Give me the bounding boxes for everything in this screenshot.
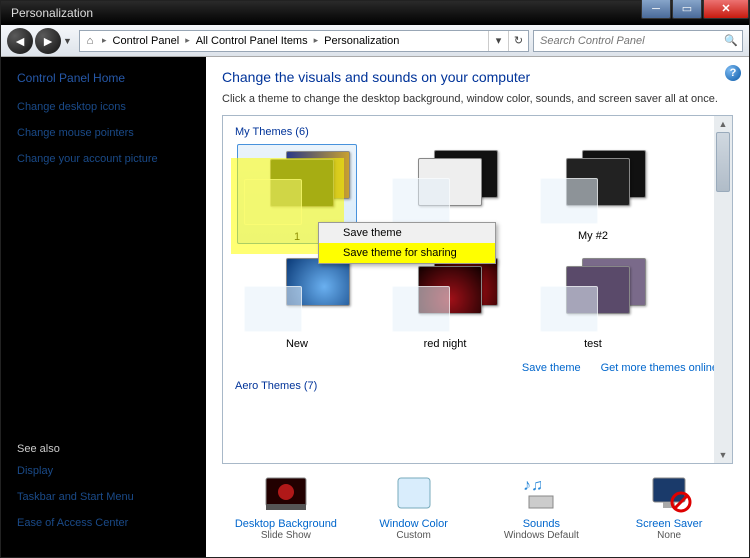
sidebar-link[interactable]: Ease of Access Center <box>17 517 190 529</box>
section-aero-themes: Aero Themes (7) <box>235 380 724 392</box>
sidebar-link[interactable]: Display <box>17 465 190 477</box>
search-icon[interactable]: 🔍 <box>720 34 742 47</box>
sidebar-home[interactable]: Control Panel Home <box>17 71 190 85</box>
get-themes-link[interactable]: Get more themes online <box>601 362 718 374</box>
screen-saver-button[interactable]: Screen Saver None <box>609 474 729 541</box>
theme-item[interactable]: test <box>533 252 653 350</box>
forward-button[interactable]: ► <box>35 28 61 54</box>
theme-thumbnail <box>390 148 500 226</box>
history-dropdown[interactable]: ▼ <box>63 32 75 50</box>
theme-label: New <box>286 338 308 350</box>
desktop-background-icon <box>262 474 310 514</box>
close-button[interactable]: ✕ <box>703 0 749 19</box>
bottom-label: Desktop Background <box>235 518 337 530</box>
bottom-strip: Desktop Background Slide Show Window Col… <box>222 464 733 545</box>
bottom-label: Window Color <box>379 518 447 530</box>
bottom-label: Sounds <box>523 518 560 530</box>
minimize-button[interactable]: ─ <box>641 0 671 19</box>
theme-thumbnail <box>538 256 648 334</box>
address-dropdown[interactable]: ▾ <box>488 31 508 51</box>
back-button[interactable]: ◄ <box>7 28 33 54</box>
bottom-value: Windows Default <box>504 530 579 541</box>
breadcrumb-seg[interactable]: Personalization <box>320 31 403 51</box>
bottom-value: Slide Show <box>261 530 311 541</box>
breadcrumb-seg[interactable]: Control Panel <box>109 31 184 51</box>
sidebar-link[interactable]: Change your account picture <box>17 153 190 165</box>
scroll-up-arrow[interactable]: ▲ <box>714 116 732 132</box>
sounds-button[interactable]: ♪♫ Sounds Windows Default <box>481 474 601 541</box>
sounds-icon: ♪♫ <box>517 474 565 514</box>
window-color-icon <box>390 474 438 514</box>
theme-label: 1 <box>294 231 300 243</box>
see-also-heading: See also <box>17 443 190 455</box>
save-theme-link[interactable]: Save theme <box>522 362 581 374</box>
theme-label: red night <box>424 338 467 350</box>
sidebar: Control Panel Home Change desktop icons … <box>1 57 206 557</box>
desktop-background-button[interactable]: Desktop Background Slide Show <box>226 474 346 541</box>
search-box[interactable]: 🔍 <box>533 30 743 52</box>
home-icon[interactable]: ⌂ <box>80 35 100 47</box>
address-bar[interactable]: ⌂ ▸ Control Panel ▸ All Control Panel It… <box>79 30 529 52</box>
theme-thumbnail <box>242 256 352 334</box>
window-color-button[interactable]: Window Color Custom <box>354 474 474 541</box>
navbar: ◄ ► ▼ ⌂ ▸ Control Panel ▸ All Control Pa… <box>1 25 749 57</box>
bottom-value: Custom <box>396 530 430 541</box>
section-my-themes: My Themes (6) <box>235 126 724 138</box>
sidebar-link[interactable]: Change mouse pointers <box>17 127 190 139</box>
personalization-window: Personalization ─ ▭ ✕ ◄ ► ▼ ⌂ ▸ Control … <box>0 0 750 558</box>
theme-item[interactable]: red night <box>385 252 505 350</box>
search-input[interactable] <box>534 35 720 47</box>
window-title: Personalization <box>7 6 93 20</box>
context-menu: Save theme Save theme for sharing <box>318 222 496 264</box>
maximize-button[interactable]: ▭ <box>672 0 702 19</box>
theme-label: test <box>584 338 602 350</box>
theme-thumbnail <box>538 148 648 226</box>
bottom-label: Screen Saver <box>636 518 703 530</box>
ctx-save-theme-sharing[interactable]: Save theme for sharing <box>319 243 495 263</box>
chevron-right-icon: ▸ <box>183 35 192 46</box>
theme-item[interactable]: New <box>237 252 357 350</box>
page-heading: Change the visuals and sounds on your co… <box>222 69 733 85</box>
theme-thumbnail <box>390 256 500 334</box>
chevron-right-icon: ▸ <box>100 35 109 46</box>
chevron-right-icon: ▸ <box>312 35 321 46</box>
theme-label: My #2 <box>578 230 608 242</box>
sidebar-link[interactable]: Change desktop icons <box>17 101 190 113</box>
theme-item[interactable]: My #2 <box>533 144 653 244</box>
scroll-down-arrow[interactable]: ▼ <box>714 447 732 463</box>
screen-saver-icon <box>645 474 693 514</box>
page-subtext: Click a theme to change the desktop back… <box>222 93 733 105</box>
titlebar: Personalization ─ ▭ ✕ <box>1 1 749 25</box>
scrollbar[interactable]: ▲ ▼ <box>714 116 732 463</box>
scrollbar-thumb[interactable] <box>716 132 730 192</box>
breadcrumb-seg[interactable]: All Control Panel Items <box>192 31 312 51</box>
ctx-save-theme[interactable]: Save theme <box>319 223 495 243</box>
themes-panel: My Themes (6) 1 <box>222 115 733 464</box>
bottom-value: None <box>657 530 681 541</box>
sidebar-link[interactable]: Taskbar and Start Menu <box>17 491 190 503</box>
content-pane: ? Change the visuals and sounds on your … <box>206 57 749 557</box>
help-icon[interactable]: ? <box>725 65 741 81</box>
refresh-button[interactable]: ↻ <box>508 31 528 51</box>
svg-text:♪♫: ♪♫ <box>523 477 543 494</box>
theme-thumbnail <box>242 149 352 227</box>
